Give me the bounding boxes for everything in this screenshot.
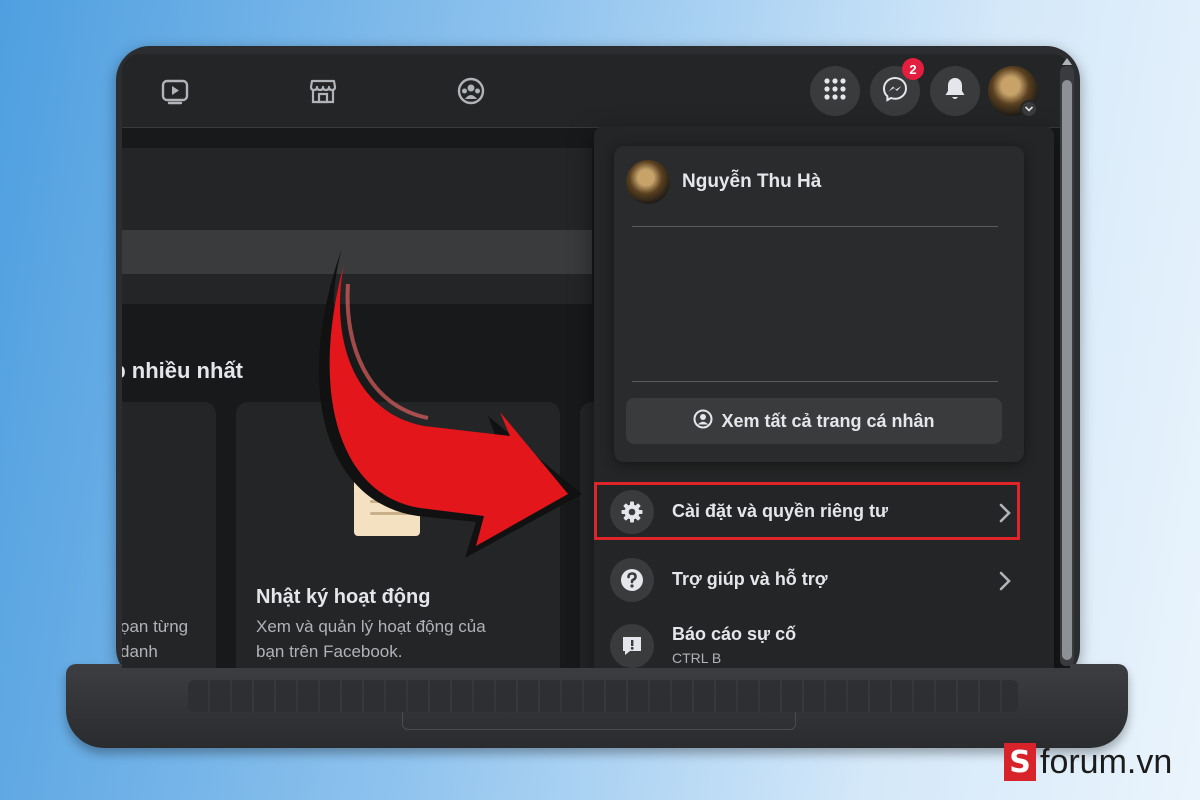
scroll-up-icon[interactable]: [1062, 58, 1072, 65]
profile-switch-icon: [693, 409, 713, 434]
report-icon: [610, 624, 654, 668]
profile-avatar[interactable]: [626, 160, 670, 204]
scrollbar-thumb[interactable]: [1062, 80, 1072, 660]
menu-item-help-support[interactable]: Trợ giúp và hỗ trợ: [600, 548, 1020, 612]
sforum-logo: S forum.vn: [1004, 740, 1172, 784]
report-problem-label: Báo cáo sự cố: [672, 624, 797, 644]
profile-divider-bottom: [632, 381, 998, 382]
help-support-label: Trợ giúp và hỗ trợ: [672, 569, 828, 589]
laptop-keyboard: [188, 680, 1018, 712]
highlight-box: [594, 482, 1020, 540]
profile-divider-top: [632, 226, 998, 227]
sforum-logo-text: forum.vn: [1040, 742, 1173, 781]
chevron-right-icon: [998, 570, 1012, 597]
see-all-profiles-label: Xem tất cả trang cá nhân: [721, 410, 935, 431]
laptop-trackpad: [402, 712, 796, 730]
account-menu-layer: Nguyễn Thu Hà Xem tất cả trang cá nhân C…: [122, 54, 1070, 668]
red-arrow-annotation: [318, 248, 582, 558]
menu-item-report-problem[interactable]: Báo cáo sự cố CTRL B: [600, 614, 1020, 668]
report-problem-shortcut: CTRL B: [672, 650, 722, 666]
help-icon: [610, 558, 654, 602]
sforum-logo-mark: S: [1004, 743, 1036, 781]
see-all-profiles-button[interactable]: Xem tất cả trang cá nhân: [626, 398, 1002, 444]
profile-name[interactable]: Nguyễn Thu Hà: [682, 171, 821, 193]
